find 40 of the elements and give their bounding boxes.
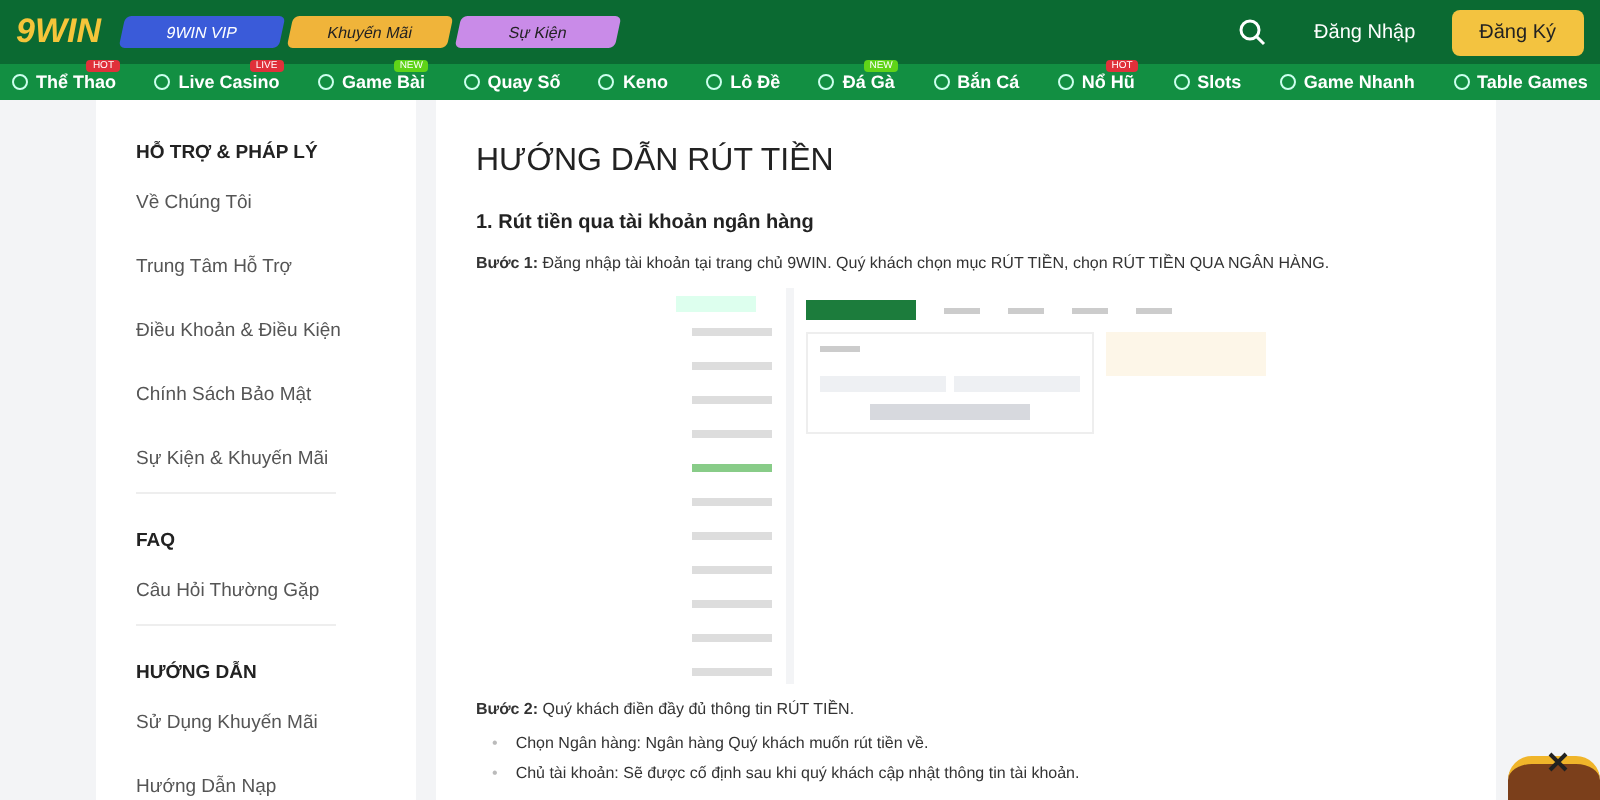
sidebar-link[interactable]: Điều Khoản & Điều Kiện	[136, 320, 416, 342]
bullet-mark: •	[492, 734, 498, 754]
promo-banner[interactable]: Khuyến Mãi	[285, 16, 453, 48]
sidebar-link[interactable]: Chính Sách Bảo Mật	[136, 384, 416, 406]
promo-banner[interactable]: Sự Kiện	[453, 16, 621, 48]
article-title: HƯỚNG DẪN RÚT TIỀN	[476, 144, 836, 180]
logo[interactable]: 9WIN	[16, 12, 101, 52]
bullet-text: Chủ tài khoản: Sẽ được cố định sau khi quý khách cập nhật thông tin tài khoản.	[515, 764, 1080, 784]
promo-banner[interactable]: 9WIN VIP	[117, 16, 285, 48]
nav-link[interactable]: Đá Gà	[842, 72, 895, 92]
sidebar-link[interactable]: Sử Dụng Khuyến Mãi	[136, 712, 416, 734]
nav-link[interactable]: Live Casino	[178, 72, 280, 92]
section-heading: 1. Rút tiền qua tài khoản ngân hàng	[476, 212, 816, 234]
section-heading: HƯỚNG DẪN	[136, 662, 259, 684]
sidebar-link[interactable]: Câu Hỏi Thường Gặp	[136, 580, 416, 602]
sidebar-link[interactable]: Về Chúng Tôi	[136, 192, 416, 214]
step-text: Bước 2: Quý khách điền đầy đủ thông tin RÚT TIỀN.	[476, 700, 857, 718]
nav-link[interactable]: Table Games	[1477, 72, 1588, 92]
sidebar-link[interactable]: Sự Kiện & Khuyến Mãi	[136, 448, 416, 470]
nav-link[interactable]: Bắn Cá	[957, 72, 1020, 92]
nav-link[interactable]: Quay Số	[487, 72, 561, 92]
nav-link[interactable]: Lô Đề	[730, 72, 781, 92]
search-icon[interactable]	[1238, 18, 1267, 46]
section-heading: FAQ	[136, 530, 178, 552]
bullet-mark: •	[492, 764, 498, 784]
mini-game-drawing[interactable]	[1508, 756, 1600, 800]
register-button[interactable]: Đăng Ký	[1451, 9, 1584, 55]
step-text: Bước 1: Đăng nhập tài khoản tại trang chủ 9WIN. Quý khách chọn mục RÚT TIỀN, chọn RÚT TIỀN QUA NGÂN HÀNG.	[476, 254, 1332, 272]
login-button[interactable]: Đăng Nhập	[1302, 19, 1428, 45]
nav-link[interactable]: Thể Thao	[36, 72, 116, 92]
close-icon[interactable]	[1548, 752, 1568, 772]
nav-link[interactable]: Nổ Hũ	[1081, 72, 1135, 92]
nav-link[interactable]: Slots	[1197, 72, 1242, 92]
sidebar-link[interactable]: Hướng Dẫn Nạp	[136, 776, 416, 798]
section-heading: HỖ TRỢ & PHÁP LÝ	[136, 142, 320, 164]
bullet-text: Chọn Ngân hàng: Ngân hàng Quý khách muốn rút tiền về.	[515, 734, 929, 754]
nav-link[interactable]: Game Nhanh	[1303, 72, 1415, 92]
sidebar-link[interactable]: Trung Tâm Hỗ Trợ	[136, 256, 416, 278]
nav-link[interactable]: Keno	[622, 72, 668, 92]
nav-link[interactable]: Game Bài	[341, 72, 425, 92]
